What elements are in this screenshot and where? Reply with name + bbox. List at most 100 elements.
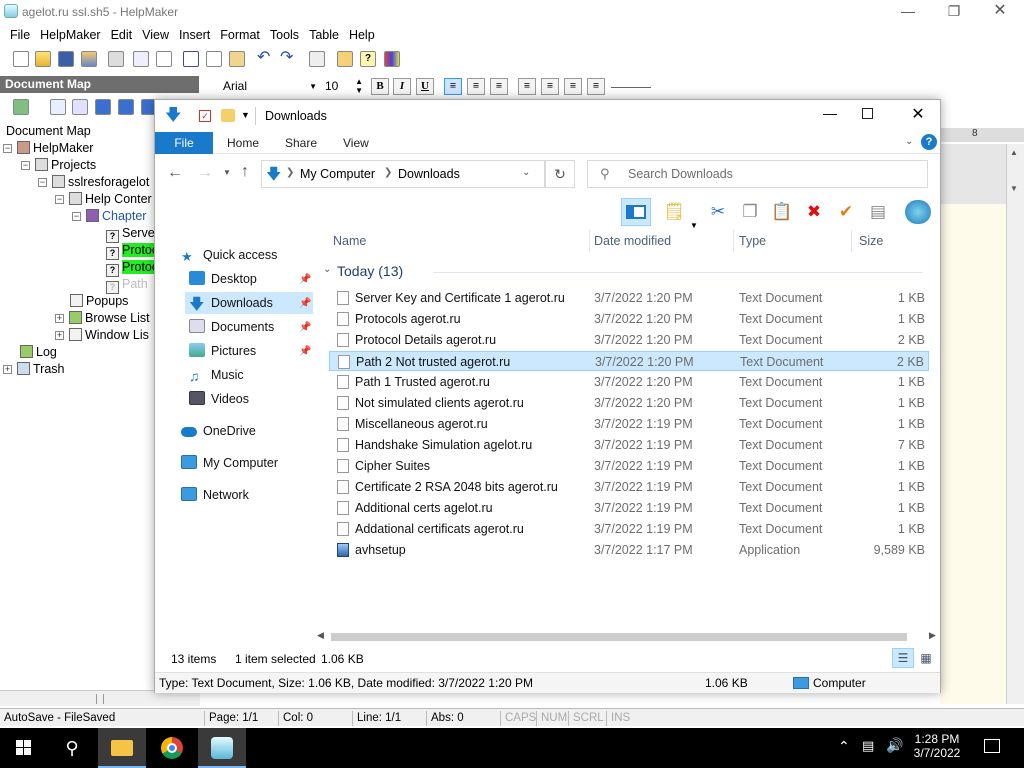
pin-icon[interactable]: 📌	[299, 322, 311, 333]
down-arrow-icon[interactable]: 🡇	[165, 108, 181, 124]
editor-vscroll[interactable]: ▲ ▼	[1006, 144, 1024, 704]
start-button[interactable]	[0, 728, 48, 768]
menu-format[interactable]: Format	[220, 25, 260, 45]
file-row[interactable]: Certificate 2 RSA 2048 bits agerot.ru 3/7…	[329, 477, 929, 497]
file-row[interactable]: Path 1 Trusted agerot.ru 3/7/2022 1:20 PM…	[329, 372, 929, 392]
compile-icon[interactable]	[384, 51, 400, 67]
italic-button[interactable]: I	[393, 78, 411, 95]
edit-topic-icon[interactable]	[50, 99, 66, 115]
nav-videos[interactable]: Videos	[189, 388, 249, 410]
properties-card-icon[interactable]: ▤	[867, 202, 889, 222]
minimize-icon[interactable]: —	[885, 0, 931, 24]
indent-button[interactable]: ≡	[564, 78, 582, 95]
tree-node-trash[interactable]: Trash	[17, 361, 65, 378]
tree-node-project[interactable]: sslresforagelot	[52, 174, 149, 191]
tree-node-browse-list[interactable]: Browse List	[69, 310, 150, 327]
menu-table[interactable]: Table	[309, 25, 339, 45]
numbered-list-button[interactable]: ≡	[541, 78, 559, 95]
file-row[interactable]: Not simulated clients agerot.ru 3/7/2022 …	[329, 393, 929, 413]
group-header-today[interactable]: ⌄ Today (13)	[323, 262, 923, 282]
editor-text-area[interactable]	[940, 204, 1006, 704]
maximize-icon[interactable]	[862, 108, 873, 119]
nav-desktop[interactable]: Desktop	[189, 268, 257, 290]
tree-node-topic-4[interactable]: ? Path	[106, 276, 148, 294]
file-row[interactable]: Protocol Details agerot.ru 3/7/2022 1:20 …	[329, 330, 929, 350]
file-row[interactable]: Additional certs agelot.ru 3/7/2022 1:19 …	[329, 498, 929, 518]
folder-options-icon[interactable]: 🗒	[663, 202, 685, 222]
cut-icon[interactable]: ✂	[707, 202, 729, 222]
tree-node-help-contents[interactable]: Help Conter	[69, 191, 152, 208]
help-icon[interactable]: ?	[921, 134, 937, 150]
preview-pane-icon[interactable]	[621, 198, 651, 226]
underline-button[interactable]: U	[416, 78, 434, 95]
scroll-thumb[interactable]	[331, 633, 907, 641]
font-name-combo[interactable]: Arial ▼	[219, 77, 319, 96]
nav-quick-access[interactable]: ★ Quick access	[181, 244, 277, 266]
bullet-list-button[interactable]: ≡	[518, 78, 536, 95]
up-icon[interactable]: ↑	[241, 163, 249, 181]
topic-icon[interactable]	[337, 51, 353, 67]
align-left-button[interactable]: ≡	[444, 78, 462, 95]
refresh-icon[interactable]: ↻	[545, 160, 575, 188]
tab-file[interactable]: File	[155, 132, 213, 154]
nav-documents[interactable]: Documents	[189, 316, 274, 338]
close-icon[interactable]: ✕	[903, 104, 933, 124]
properties-check-icon[interactable]: ✓	[199, 110, 211, 122]
column-divider[interactable]	[733, 230, 734, 252]
print-icon[interactable]	[108, 51, 124, 67]
column-size[interactable]: Size	[859, 234, 883, 248]
forward-icon[interactable]: →	[197, 164, 213, 182]
search-icon[interactable]: ⚲	[48, 728, 96, 768]
file-row[interactable]: avhsetup 3/7/2022 1:17 PM Application 9,589…	[329, 540, 929, 560]
expand-icon[interactable]: +	[3, 365, 12, 374]
collapse-icon[interactable]: −	[72, 212, 81, 221]
copy-icon[interactable]: ❐	[739, 202, 761, 222]
outdent-button[interactable]: ≡	[587, 78, 605, 95]
nav-pictures[interactable]: Pictures	[189, 340, 256, 362]
menu-help[interactable]: Help	[349, 25, 375, 45]
taskbar-chrome[interactable]	[148, 728, 196, 768]
recent-locations-icon[interactable]: ▼	[223, 168, 231, 177]
pin-icon[interactable]: 📌	[299, 346, 311, 357]
align-right-button[interactable]: ≡	[490, 78, 508, 95]
tree-node-projects[interactable]: Projects	[35, 157, 96, 174]
collapse-icon[interactable]: −	[3, 144, 12, 153]
rename-check-icon[interactable]: ✔	[835, 202, 857, 222]
network-tray-icon[interactable]: ▤	[862, 738, 874, 754]
horizontal-rule-icon[interactable]	[611, 87, 651, 88]
menu-file[interactable]: File	[10, 25, 30, 45]
open-folder-icon[interactable]	[35, 51, 51, 67]
back-icon[interactable]: ←	[167, 164, 183, 182]
scroll-left-icon[interactable]: ◀	[317, 630, 324, 641]
tree-node-window-list[interactable]: Window Lis	[69, 327, 149, 344]
save-icon[interactable]	[58, 51, 74, 67]
move-first-icon[interactable]	[95, 99, 111, 115]
file-row[interactable]: Cipher Suites 3/7/2022 1:19 PM Text Docume…	[329, 456, 929, 476]
scroll-up-icon[interactable]: ▲	[1010, 148, 1018, 157]
align-center-button[interactable]: ≡	[467, 78, 485, 95]
collapse-icon[interactable]: −	[21, 161, 30, 170]
menu-tools[interactable]: Tools	[270, 25, 299, 45]
file-row[interactable]: Handshake Simulation agelot.ru 3/7/2022 1…	[329, 435, 929, 455]
file-row[interactable]: Server Key and Certificate 1 agerot.ru 3/…	[329, 288, 929, 308]
cut-icon[interactable]	[183, 51, 199, 67]
nav-onedrive[interactable]: OneDrive	[181, 420, 256, 442]
spellcheck-icon[interactable]	[156, 51, 172, 67]
globe-icon[interactable]	[905, 200, 931, 224]
undo-icon[interactable]: ↶	[257, 50, 273, 67]
add-topic-icon[interactable]	[13, 99, 29, 115]
close-icon[interactable]: ✕	[977, 0, 1023, 24]
taskbar-helpmaker[interactable]	[198, 728, 246, 768]
menu-view[interactable]: View	[142, 25, 169, 45]
minimize-icon[interactable]: —	[815, 105, 845, 121]
print-preview-icon[interactable]	[133, 51, 149, 67]
tab-share[interactable]: Share	[285, 132, 317, 154]
nav-my-computer[interactable]: My Computer	[181, 452, 278, 474]
menu-insert[interactable]: Insert	[179, 25, 210, 45]
breadcrumb-my-computer[interactable]: My Computer	[300, 167, 375, 181]
column-name[interactable]: Name	[333, 234, 366, 248]
redo-icon[interactable]: ↷	[280, 50, 296, 67]
file-row[interactable]: Miscellaneous agerot.ru 3/7/2022 1:19 PM T…	[329, 414, 929, 434]
tab-home[interactable]: Home	[227, 132, 259, 154]
copy-icon[interactable]	[206, 51, 222, 67]
